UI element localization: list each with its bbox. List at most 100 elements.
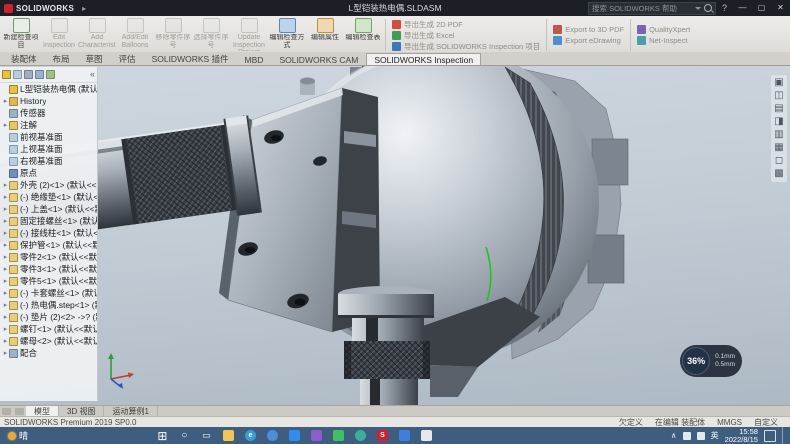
feature-tree-item[interactable]: ▸ 固定接螺丝<1> (默认<<默认>_显示状态>) <box>0 215 97 227</box>
expand-arrow-icon[interactable]: ▸ <box>2 301 9 309</box>
ribbon-export-button[interactable]: Export to 3D PDF <box>553 25 624 34</box>
expand-arrow-icon[interactable]: ▸ <box>2 205 9 213</box>
feature-tree-item[interactable]: 传感器 <box>0 107 97 119</box>
ribbon-button[interactable]: Update Inspection Project <box>230 17 268 53</box>
feature-tree-item[interactable]: ▸ 注解 <box>0 119 97 131</box>
displaymanager-tab-icon[interactable] <box>46 70 55 79</box>
ribbon-button[interactable]: Add Characteristics <box>78 17 116 53</box>
taskbar-app-icon[interactable]: ⊞ <box>154 429 171 443</box>
display-toolbar-icon[interactable]: ◫ <box>774 91 783 101</box>
taskbar-app-icon[interactable] <box>308 429 325 443</box>
expand-arrow-icon[interactable]: ▸ <box>2 277 9 285</box>
volume-icon[interactable] <box>697 432 705 440</box>
commandmanager-tab[interactable]: 布局 <box>45 51 78 65</box>
expand-arrow-icon[interactable]: ▸ <box>2 121 9 129</box>
feature-tree-item[interactable]: ▸ 零件2<1> (默认<<默认>_显示状态>) <box>0 251 97 263</box>
feature-tree-item[interactable]: ▸ 配合 <box>0 347 97 359</box>
taskbar-app-icon[interactable] <box>220 429 237 443</box>
expand-arrow-icon[interactable]: ▸ <box>2 337 9 345</box>
taskbar-app-icon[interactable] <box>396 429 413 443</box>
taskbar-weather-widget[interactable]: 晴 <box>0 429 36 442</box>
display-toolbar-icon[interactable]: ▦ <box>774 143 783 153</box>
display-toolbar-icon[interactable]: ▣ <box>774 78 783 88</box>
ribbon-button[interactable]: 编辑属性 <box>306 17 344 53</box>
display-toolbar-icon[interactable]: ▤ <box>774 104 783 114</box>
feature-tree-item[interactable]: ▸ 零件5<1> (默认<<默认>_显示状态>) <box>0 275 97 287</box>
ribbon-export-button[interactable]: Net-Inspect <box>637 36 690 45</box>
ribbon-export-button[interactable]: QualityXpert <box>637 25 690 34</box>
display-toolbar-icon[interactable]: ◨ <box>774 117 783 127</box>
propertymanager-tab-icon[interactable] <box>13 70 22 79</box>
taskbar-app-icon[interactable] <box>264 429 281 443</box>
display-toolbar-icon[interactable]: ▩ <box>774 169 783 179</box>
ribbon-export-button[interactable]: 导出生成 SOLIDWORKS Inspection 项目 <box>392 42 540 51</box>
commandmanager-tab[interactable]: SOLIDWORKS Inspection <box>366 53 481 65</box>
taskbar-app-icon[interactable]: S <box>374 429 391 443</box>
expand-arrow-icon[interactable]: ▸ <box>2 181 9 189</box>
ribbon-button[interactable]: 编辑检查方式 <box>268 17 306 53</box>
feature-tree-item[interactable]: 原点 <box>0 167 97 179</box>
expand-arrow-icon[interactable]: ▸ <box>2 217 9 225</box>
taskbar-app-icon[interactable] <box>418 429 435 443</box>
status-item[interactable]: MMGS <box>717 418 742 427</box>
notification-center-icon[interactable] <box>764 430 776 442</box>
search-icon[interactable] <box>704 4 712 12</box>
ribbon-button[interactable]: 新建检查项目 <box>2 17 40 53</box>
doc-tab-scroll-icon[interactable] <box>15 408 24 415</box>
ribbon-export-button[interactable]: 导出生成 Excel <box>392 31 540 40</box>
expand-arrow-icon[interactable]: ▸ <box>2 253 9 261</box>
feature-tree-item[interactable]: ▸ 外壳 (2)<1> (默认<<默认>_显示状态>) <box>0 179 97 191</box>
expand-arrow-icon[interactable]: ▸ <box>2 229 9 237</box>
commandmanager-tab[interactable]: MBD <box>237 53 272 65</box>
maximize-button[interactable]: ▢ <box>752 0 771 16</box>
graphics-viewport[interactable]: « L型铠装热电偶 (默认<默认_显示状态-1>) ▸ History <box>0 65 790 405</box>
feature-tree-item[interactable]: 上视基准面 <box>0 143 97 155</box>
feature-tree-item[interactable]: ▸ (-) 卡套螺丝<1> (默认<<默认>_显示状态>) <box>0 287 97 299</box>
doc-tab-splitter-icon[interactable] <box>2 408 11 415</box>
ribbon-button[interactable]: Edit Inspection <box>40 17 78 53</box>
close-button[interactable]: ✕ <box>771 0 790 16</box>
feature-tree-item[interactable]: ▸ (-) 上盖<1> (默认<<默认>_显示状态>) <box>0 203 97 215</box>
ribbon-button[interactable]: 移除零件序号 <box>154 17 192 53</box>
feature-tree-item[interactable]: ▸ (-) 接线柱<1> (默认<<默认>_显示状态>) <box>0 227 97 239</box>
feature-tree-item[interactable]: ▸ 螺母<2> (默认<<默认>_显示状态>) <box>0 335 97 347</box>
expand-arrow-icon[interactable]: ▸ <box>2 349 9 357</box>
ribbon-export-button[interactable]: 导出生成 2D PDF <box>392 20 540 29</box>
show-desktop-strip[interactable] <box>782 427 786 444</box>
display-toolbar-icon[interactable]: ◻ <box>775 156 783 166</box>
feature-tree-item[interactable]: ▸ (-) 绝缘垫<1> (默认<<默认>_显示状态>) <box>0 191 97 203</box>
featuremanager-tree-tab-icon[interactable] <box>2 70 11 79</box>
feature-tree-item[interactable]: ▸ 螺钉<1> (默认<<默认>_显示状态>) <box>0 323 97 335</box>
expand-arrow-icon[interactable]: ▸ <box>2 193 9 201</box>
feature-tree-item[interactable]: 右视基准面 <box>0 155 97 167</box>
expand-arrow-icon[interactable]: ▸ <box>2 325 9 333</box>
collapse-panel-icon[interactable]: « <box>90 70 95 79</box>
ribbon-button[interactable]: 选择零件序号 <box>192 17 230 53</box>
dimxpertmanager-tab-icon[interactable] <box>35 70 44 79</box>
tray-expand-icon[interactable]: ∧ <box>671 431 677 440</box>
taskbar-app-icon[interactable]: e <box>242 429 259 443</box>
feature-tree-item[interactable]: ▸ (-) 垫片 (2)<2> ->? (默认<<默认>_显示状态>) <box>0 311 97 323</box>
expand-arrow-icon[interactable]: ▸ <box>2 265 9 273</box>
commandmanager-tab[interactable]: 评估 <box>111 51 144 65</box>
taskbar-app-icon[interactable] <box>286 429 303 443</box>
expand-arrow-icon[interactable]: ▸ <box>2 241 9 249</box>
network-icon[interactable] <box>683 432 691 440</box>
feature-tree-item[interactable]: L型铠装热电偶 (默认<默认_显示状态-1>) <box>0 83 97 95</box>
ribbon-export-button[interactable]: Export eDrawing <box>553 36 624 45</box>
taskbar-app-icon[interactable]: ▭ <box>198 429 215 443</box>
feature-tree-item[interactable]: 前视基准面 <box>0 131 97 143</box>
model-lower-fitting[interactable] <box>338 286 434 405</box>
expand-arrow-icon[interactable]: ▸ <box>2 97 9 105</box>
feature-tree-item[interactable]: ▸ (-) 热电偶.step<1> (默认<<默认>_显示状态>) <box>0 299 97 311</box>
taskbar-app-icon[interactable]: ○ <box>176 429 193 443</box>
input-language-indicator[interactable]: 英 <box>711 430 719 441</box>
taskbar-app-icon[interactable] <box>352 429 369 443</box>
menu-expand-arrow-icon[interactable]: ▸ <box>78 4 90 13</box>
feature-tree-item[interactable]: ▸ 保护管<1> (默认<<默认>_显示状态>) <box>0 239 97 251</box>
taskbar-clock[interactable]: 15:58 2022/8/15 <box>725 428 758 444</box>
help-button[interactable]: ? <box>716 3 733 13</box>
configurationmanager-tab-icon[interactable] <box>24 70 33 79</box>
commandmanager-tab[interactable]: SOLIDWORKS CAM <box>271 53 366 65</box>
display-toolbar-icon[interactable]: ▥ <box>774 130 783 140</box>
